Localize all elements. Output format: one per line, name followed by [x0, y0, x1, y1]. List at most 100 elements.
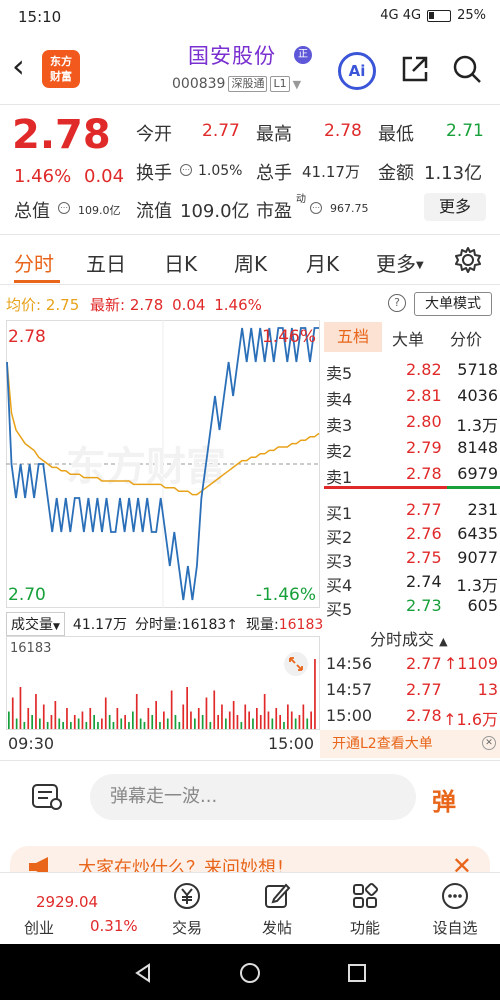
index-value[interactable]: 2929.04: [36, 893, 98, 911]
volume-bar: [58, 718, 61, 729]
mktcap-info-icon[interactable]: ⋯: [58, 202, 70, 214]
ob-level-label: 买5: [326, 600, 353, 619]
nav-post-label: 发帖: [261, 919, 292, 937]
back-arrow-icon[interactable]: ‹: [12, 50, 25, 82]
orderbook-tab-five[interactable]: 五档: [324, 322, 382, 352]
volume-select[interactable]: 成交量▼: [6, 612, 65, 636]
danmaku-send-button[interactable]: 弹: [432, 782, 466, 816]
volume-bar: [31, 715, 33, 729]
tab-daily-k[interactable]: 日K: [164, 248, 197, 277]
bid-row[interactable]: 买1 2.77 231: [326, 498, 498, 523]
ask-row[interactable]: 卖1 2.78 6979: [326, 462, 498, 487]
trades-title[interactable]: 分时成交 ▲: [370, 626, 448, 650]
yen-icon: [174, 883, 200, 909]
tab-weekly-k[interactable]: 周K: [234, 248, 267, 277]
orderbook-tab-big[interactable]: 大单: [392, 326, 424, 350]
pe-info-icon[interactable]: ⋯: [310, 202, 322, 214]
tab-monthly-k[interactable]: 月K: [306, 248, 339, 277]
ob-level-label: 买3: [326, 552, 353, 571]
nav-post[interactable]: 发帖: [242, 881, 312, 938]
volume-bar: [225, 718, 227, 729]
tab-more[interactable]: 更多▼: [376, 248, 424, 277]
ob-level-label: 买4: [326, 576, 353, 595]
tabs-divider: [0, 284, 500, 285]
high-label: 最高: [256, 124, 292, 145]
ob-level-label: 卖2: [326, 442, 353, 461]
system-nav-bar: [0, 944, 500, 1000]
help-icon[interactable]: ?: [388, 294, 406, 312]
volume-bar: [155, 701, 157, 729]
bid-row[interactable]: 买2 2.76 6435: [326, 522, 498, 547]
l2-close-icon[interactable]: ✕: [482, 736, 496, 750]
logo-line-2: 财富: [50, 70, 72, 83]
index-name[interactable]: 创业: [24, 917, 54, 938]
volume-bar: [27, 708, 30, 729]
stock-code-line[interactable]: 000839 深股通 L1 ▼: [172, 76, 301, 92]
volume-bar: [306, 718, 309, 729]
ask-row[interactable]: 卖2 2.79 8148: [326, 436, 498, 461]
turnover-info-icon[interactable]: ⋯: [180, 164, 192, 176]
volume-bar: [85, 722, 88, 729]
price-summary-row: 均价: 2.75 最新: 2.78 0.04 1.46%: [6, 294, 262, 315]
volume-max-label: 16183: [10, 641, 51, 656]
recents-square-icon[interactable]: [346, 962, 368, 984]
volume-bar: [81, 711, 84, 729]
current-price: 2.78: [12, 112, 111, 158]
avg-value: 2.75: [45, 296, 80, 314]
ask-row[interactable]: 卖3 2.80 1.3万: [326, 410, 498, 435]
big-order-mode-button[interactable]: 大单模式: [414, 292, 492, 316]
ai-assistant-button[interactable]: Ai: [338, 52, 376, 90]
volume-bar: [23, 722, 26, 729]
danmaku-settings-icon[interactable]: [30, 782, 64, 812]
bid-row[interactable]: 买3 2.75 9077: [326, 546, 498, 571]
tab-five-day[interactable]: 五日: [86, 248, 126, 277]
danmaku-input[interactable]: 弹幕走一波...: [90, 774, 416, 820]
tab-intraday[interactable]: 分时: [14, 248, 54, 277]
share-icon[interactable]: [398, 52, 432, 86]
home-circle-icon[interactable]: [238, 961, 262, 985]
volume-bar: [271, 718, 274, 729]
volume-bar: [116, 708, 119, 729]
volume-label: 总手: [256, 163, 292, 184]
dropdown-triangle-icon[interactable]: ▼: [293, 78, 301, 91]
ob-price: 2.76: [406, 524, 442, 543]
intraday-chart[interactable]: 东方财富 2.78 2.70 1.46% -1.46%: [6, 320, 320, 608]
volume-bar: [275, 708, 278, 729]
ask-row[interactable]: 卖4 2.81 4036: [326, 384, 498, 409]
volume-bar: [73, 715, 76, 729]
settings-gear-icon[interactable]: [454, 246, 482, 274]
bid-row[interactable]: 买5 2.73 605: [326, 594, 498, 619]
grid-icon: [353, 882, 379, 908]
change-percent: 1.46%: [14, 166, 72, 187]
logo-line-1: 东方: [50, 55, 72, 68]
ask-row[interactable]: 卖5 2.82 5718: [326, 358, 498, 383]
volume-bar: [104, 697, 107, 729]
ob-volume: 1.3万: [456, 576, 498, 595]
high-value: 2.78: [324, 121, 362, 141]
search-icon[interactable]: [450, 52, 484, 86]
ob-level-label: 卖4: [326, 390, 353, 409]
volume-bar: [294, 718, 297, 729]
volume-bar: [97, 722, 99, 729]
nav-trade[interactable]: 交易: [152, 881, 222, 938]
volume-bar: [93, 715, 95, 729]
volume-chart[interactable]: 16183: [6, 636, 320, 730]
trade-price: 2.77: [406, 680, 442, 699]
bid-row[interactable]: 买4 2.74 1.3万: [326, 570, 498, 595]
index-percent[interactable]: 0.31%: [90, 917, 138, 935]
nav-add-watchlist[interactable]: 设自选: [420, 881, 490, 938]
quote-divider: [0, 234, 500, 235]
ob-volume: 1.3万: [456, 416, 498, 435]
volume-value: 41.17万: [302, 163, 360, 181]
orderbook-tab-price[interactable]: 分价: [450, 326, 482, 350]
mktcap-value: 109.0亿: [78, 204, 121, 217]
quote-more-button[interactable]: 更多: [424, 193, 486, 221]
nav-functions[interactable]: 功能: [330, 881, 400, 938]
volume-bar: [124, 715, 126, 729]
status-right: 4G 4G 25%: [380, 8, 486, 23]
l2-upgrade-banner[interactable]: 开通L2查看大单 ✕: [320, 730, 500, 758]
back-triangle-icon[interactable]: [132, 962, 154, 984]
volume-bar: [228, 711, 231, 729]
trade-price: 2.78: [406, 706, 442, 725]
expand-icon[interactable]: [284, 652, 308, 676]
